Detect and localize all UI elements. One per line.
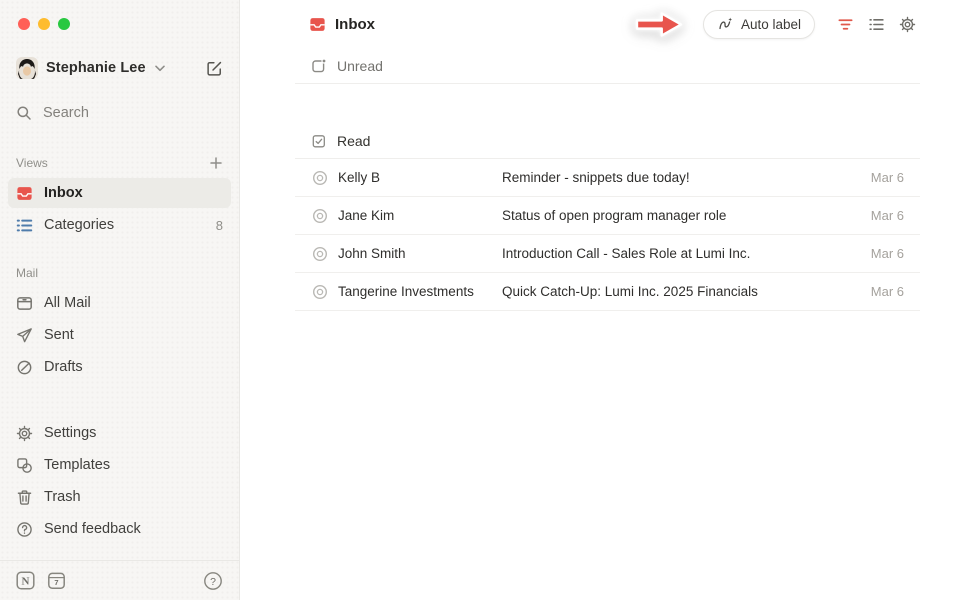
sidebar-item-templates[interactable]: Templates [8, 450, 231, 480]
zoom-window-button[interactable] [58, 18, 70, 30]
group-label: Unread [337, 58, 383, 74]
email-row[interactable]: John Smith Introduction Call - Sales Rol… [295, 235, 920, 273]
sidebar: Stephanie Lee Search Views [0, 0, 240, 600]
email-sender: Jane Kim [337, 208, 494, 223]
sidebar-item-label: Trash [44, 489, 81, 505]
email-date: Mar 6 [871, 246, 904, 261]
app-window: { "window": { "traffic_lights": [ { "nam… [0, 0, 960, 600]
page-title: Inbox [335, 16, 375, 33]
email-date: Mar 6 [871, 284, 904, 299]
sidebar-item-categories[interactable]: Categories 8 [8, 210, 231, 240]
views-section-header: Views [0, 154, 239, 172]
sidebar-item-label: Send feedback [44, 521, 141, 537]
sidebar-footer: N 7 ? [0, 560, 239, 600]
categories-icon [16, 217, 33, 234]
email-row[interactable]: Jane Kim Status of open program manager … [295, 197, 920, 235]
sidebar-item-send-feedback[interactable]: Send feedback [8, 514, 231, 544]
all-mail-icon [16, 295, 33, 312]
sidebar-item-label: All Mail [44, 295, 91, 311]
inbox-icon [16, 185, 33, 202]
email-subject: Introduction Call - Sales Role at Lumi I… [502, 246, 863, 261]
add-view-button[interactable] [209, 156, 223, 170]
user-name: Stephanie Lee [46, 60, 146, 76]
filter-icon[interactable] [837, 16, 854, 33]
search-input[interactable]: Search [0, 98, 239, 128]
group-header-read[interactable]: Read [295, 123, 920, 159]
main-panel: Inbox Auto label [240, 0, 960, 600]
email-sender: Kelly B [337, 170, 494, 185]
mail-section-header: Mail [0, 264, 239, 282]
svg-text:?: ? [210, 576, 216, 588]
sidebar-item-label: Settings [44, 425, 96, 441]
email-subject: Quick Catch-Up: Lumi Inc. 2025 Financial… [502, 284, 863, 299]
email-sender: John Smith [337, 246, 494, 261]
chevron-down-icon [155, 65, 165, 72]
sidebar-item-label: Categories [44, 217, 114, 233]
read-status-icon [311, 283, 329, 301]
header-toolbar: Auto label [633, 8, 916, 41]
tools-list: Settings Templates Trash [0, 412, 239, 546]
avatar [16, 57, 38, 79]
sidebar-item-sent[interactable]: Sent [8, 320, 231, 350]
read-status-icon [311, 207, 329, 225]
annotation-arrow-icon [633, 8, 685, 41]
trash-icon [16, 489, 33, 506]
sidebar-item-drafts[interactable]: Drafts [8, 352, 231, 382]
minimize-window-button[interactable] [38, 18, 50, 30]
notion-app-icon[interactable]: N [16, 571, 35, 590]
sidebar-item-trash[interactable]: Trash [8, 482, 231, 512]
window-controls [0, 0, 239, 30]
sidebar-item-inbox[interactable]: Inbox [8, 178, 231, 208]
mail-list: All Mail Sent Drafts [0, 282, 239, 384]
help-icon[interactable]: ? [203, 571, 223, 591]
read-checkbox-icon [311, 133, 327, 149]
sidebar-item-settings[interactable]: Settings [8, 418, 231, 448]
views-list: Inbox Categories 8 [0, 172, 239, 242]
group-spacer [295, 84, 920, 123]
main-header: Inbox Auto label [240, 0, 960, 48]
sidebar-item-all-mail[interactable]: All Mail [8, 288, 231, 318]
templates-icon [16, 457, 33, 474]
question-circle-icon [16, 521, 33, 538]
email-subject: Status of open program manager role [502, 208, 863, 223]
sidebar-item-label: Inbox [44, 185, 83, 201]
read-status-icon [311, 169, 329, 187]
group-header-unread[interactable]: Unread [295, 48, 920, 84]
sidebar-item-label: Templates [44, 457, 110, 473]
auto-label-icon [717, 16, 734, 32]
settings-gear-icon[interactable] [899, 16, 916, 33]
email-list: Unread Read Kelly B Reminder - snippets … [295, 48, 920, 311]
categories-count-badge: 8 [216, 218, 223, 233]
search-icon [16, 105, 32, 121]
unread-icon [311, 58, 327, 74]
email-date: Mar 6 [871, 170, 904, 185]
email-date: Mar 6 [871, 208, 904, 223]
sidebar-item-label: Sent [44, 327, 74, 343]
svg-text:N: N [22, 575, 30, 587]
calendar-app-icon[interactable]: 7 [47, 571, 66, 590]
list-view-icon[interactable] [868, 16, 885, 33]
svg-text:7: 7 [54, 578, 58, 587]
email-row[interactable]: Kelly B Reminder - snippets due today! M… [295, 159, 920, 197]
group-label: Read [337, 133, 370, 149]
drafts-icon [16, 359, 33, 376]
auto-label-button[interactable]: Auto label [703, 10, 815, 39]
inbox-icon [309, 16, 326, 33]
read-status-icon [311, 245, 329, 263]
sent-icon [16, 327, 33, 344]
email-row[interactable]: Tangerine Investments Quick Catch-Up: Lu… [295, 273, 920, 311]
email-sender: Tangerine Investments [337, 284, 494, 299]
email-subject: Reminder - snippets due today! [502, 170, 863, 185]
sidebar-item-label: Drafts [44, 359, 83, 375]
compose-icon[interactable] [206, 60, 223, 77]
close-window-button[interactable] [18, 18, 30, 30]
gear-icon [16, 425, 33, 442]
view-title: Inbox [309, 16, 375, 33]
account-switcher[interactable]: Stephanie Lee [0, 54, 239, 82]
search-placeholder: Search [43, 105, 89, 121]
